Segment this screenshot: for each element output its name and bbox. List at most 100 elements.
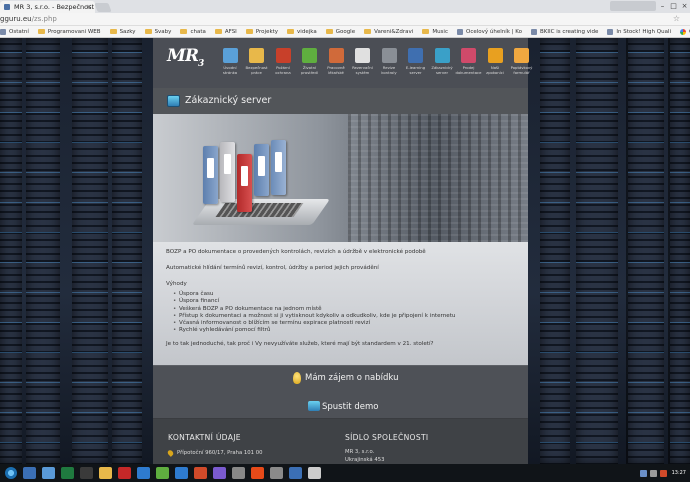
interest-button-label: Mám zájem o nabídku xyxy=(305,373,399,383)
taskbar-app-icon[interactable] xyxy=(289,467,302,479)
bookmark-label: chata xyxy=(190,28,206,35)
google-icon xyxy=(680,28,687,35)
footer: KONTAKTNÍ ÚDAJE Přípotoční 960/17, Praha… xyxy=(153,419,528,464)
tray-app-icon[interactable] xyxy=(659,469,667,477)
binder-illustration xyxy=(254,144,269,196)
nav-label: E-learning server xyxy=(405,65,426,75)
bookmark-item[interactable]: Ostatní xyxy=(0,28,29,35)
bookmark-label: Programovani WEB xyxy=(47,28,101,35)
folder-icon xyxy=(287,29,295,34)
new-tab-button[interactable] xyxy=(94,3,112,12)
bookmark-item[interactable]: Music xyxy=(422,29,448,35)
taskbar-app-icon[interactable] xyxy=(42,467,55,479)
lightbulb-icon xyxy=(293,372,301,384)
nav-icon xyxy=(302,48,317,63)
binder-illustration xyxy=(203,146,218,204)
bookmark-item[interactable]: AFSI xyxy=(214,29,237,35)
close-tab-icon[interactable]: × xyxy=(86,1,92,13)
bookmark-item[interactable]: videjka xyxy=(287,29,317,35)
bookmark-item[interactable]: In Stock! High Quali xyxy=(607,28,672,35)
taskbar-app-icon[interactable] xyxy=(232,467,245,479)
intro-text: BOZP a PO dokumentace o provedených kont… xyxy=(166,249,426,255)
folder-icon xyxy=(37,29,45,34)
nav-item[interactable]: Pracovně lékařské xyxy=(323,48,349,75)
bookmark-item[interactable]: BKIIC is creating vide xyxy=(531,28,598,35)
network-icon[interactable] xyxy=(639,469,647,477)
section-title: Zákaznický server xyxy=(185,95,272,106)
volume-icon[interactable] xyxy=(649,469,657,477)
minimize-icon[interactable]: – xyxy=(657,0,668,12)
monitor-icon xyxy=(308,401,320,411)
taskbar-app-icon[interactable] xyxy=(118,467,131,479)
bookmark-item[interactable]: Google xyxy=(680,28,690,35)
binder-illustration xyxy=(237,154,252,212)
nav-label: Životní prostředí xyxy=(301,65,318,75)
top-navigation: MR3 Úvodní stránka Bezpečnost práce Požárn… xyxy=(153,38,532,88)
bookmark-item[interactable]: Projekty xyxy=(245,29,278,35)
nav-item[interactable]: Zákaznický server xyxy=(429,48,455,75)
nav-item[interactable]: Bezpečnost práce xyxy=(244,48,270,75)
bookmark-item[interactable]: Programovani WEB xyxy=(37,28,101,35)
taskbar-app-icon[interactable] xyxy=(270,467,283,479)
taskbar-app-icon[interactable] xyxy=(23,467,36,479)
bookmark-item[interactable]: Sazky xyxy=(109,29,136,35)
nav-item[interactable]: Úvodní stránka xyxy=(217,48,243,75)
nav-icon xyxy=(249,48,264,63)
maximize-icon[interactable]: □ xyxy=(668,0,679,12)
close-window-icon[interactable]: × xyxy=(679,0,690,12)
bookmark-label: Google xyxy=(335,28,356,35)
nav-item[interactable]: Poptávkový formulář xyxy=(509,48,535,75)
interest-button[interactable]: Mám zájem o nabídku xyxy=(153,365,528,391)
profile-button[interactable] xyxy=(610,1,656,11)
taskbar-app-icon[interactable] xyxy=(194,467,207,479)
taskbar-app-icon[interactable] xyxy=(308,467,321,479)
nav-item[interactable]: Požární ochrana xyxy=(270,48,296,75)
browser-tab[interactable]: MR 3, s.r.o. - Bezpečnost × xyxy=(0,1,95,13)
taskbar-app-icon[interactable] xyxy=(137,467,150,479)
content-panel: BOZP a PO dokumentace o provedených kont… xyxy=(153,242,528,365)
taskbar-app-icon[interactable] xyxy=(80,467,93,479)
nav-item[interactable]: E-learning server xyxy=(403,48,429,75)
bookmark-label: In Stock! High Quali xyxy=(616,28,672,35)
nav-label: Úvodní stránka xyxy=(222,65,238,75)
folder-icon xyxy=(422,29,430,34)
taskbar-app-icon[interactable] xyxy=(251,467,264,479)
folder-icon xyxy=(180,29,188,34)
bookmark-item[interactable]: chata xyxy=(180,28,206,35)
taskbar-app-icon[interactable] xyxy=(99,467,112,479)
server-rack-image xyxy=(576,38,618,464)
page-icon xyxy=(531,28,538,35)
bookmark-item[interactable]: Svaby xyxy=(144,29,171,35)
taskbar-app-icon[interactable] xyxy=(61,467,74,479)
nav-icon xyxy=(487,48,503,63)
url-text[interactable]: gguru.eu/zs.php xyxy=(0,14,57,25)
taskbar-app-icon[interactable] xyxy=(213,467,226,479)
nav-label: Revize kontroly xyxy=(381,65,397,75)
url-path: /zs.php xyxy=(31,15,57,23)
nav-item[interactable]: Naši zpokoníci xyxy=(482,48,508,75)
server-rack-image xyxy=(26,38,60,464)
bookmark-star-icon[interactable]: ☆ xyxy=(673,14,680,23)
nav-icon xyxy=(275,48,291,63)
nav-label: Poptávkový formulář xyxy=(510,65,533,75)
bookmark-item[interactable]: Vareni&Zdravi xyxy=(364,29,413,35)
nav-icon xyxy=(222,48,238,63)
taskbar-app-icon[interactable] xyxy=(156,467,169,479)
bookmark-item[interactable]: Google xyxy=(325,28,356,35)
nav-item[interactable]: Životní prostředí xyxy=(297,48,323,75)
nav-label: Pracovně lékařské xyxy=(327,65,345,75)
nav-item[interactable]: Revize kontroly xyxy=(376,48,402,75)
nav-item[interactable]: Rezervační systém xyxy=(350,48,376,75)
clock[interactable]: 13:27 xyxy=(672,470,686,476)
windows-taskbar: 13:27 xyxy=(0,464,690,482)
start-button-icon[interactable] xyxy=(5,467,17,479)
company-logo[interactable]: MR3 xyxy=(167,46,204,69)
taskbar-app-icon[interactable] xyxy=(175,467,188,479)
nav-item[interactable]: Prodej dokumentace xyxy=(456,48,482,75)
demo-button[interactable]: Spustit demo xyxy=(153,391,528,419)
bookmark-item[interactable]: Ocelový úhelník | Ko xyxy=(456,28,522,35)
nav-icon xyxy=(328,48,344,63)
nav-label: Naši zpokoníci xyxy=(486,65,504,75)
address-bar[interactable]: gguru.eu/zs.php ☆ xyxy=(0,13,690,26)
benefits-list: Úspora časuÚspora financíVeškerá BOZP a … xyxy=(166,291,515,335)
